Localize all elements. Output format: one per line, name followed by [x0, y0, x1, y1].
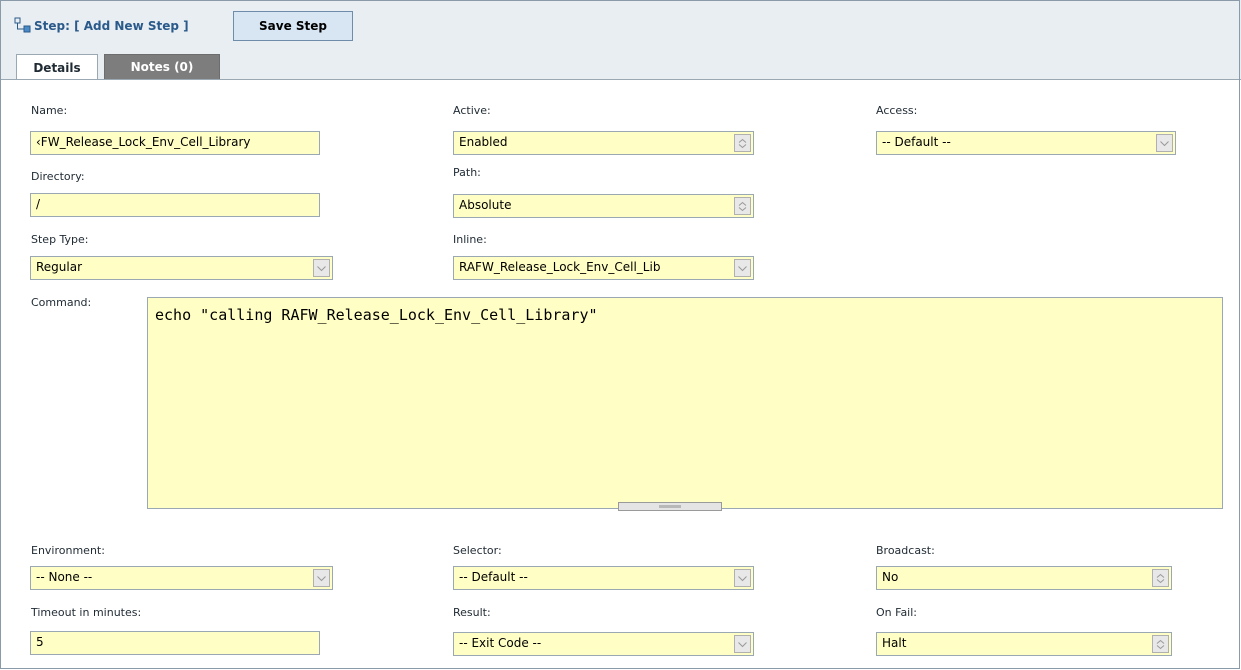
page-border: [0, 0, 1240, 669]
